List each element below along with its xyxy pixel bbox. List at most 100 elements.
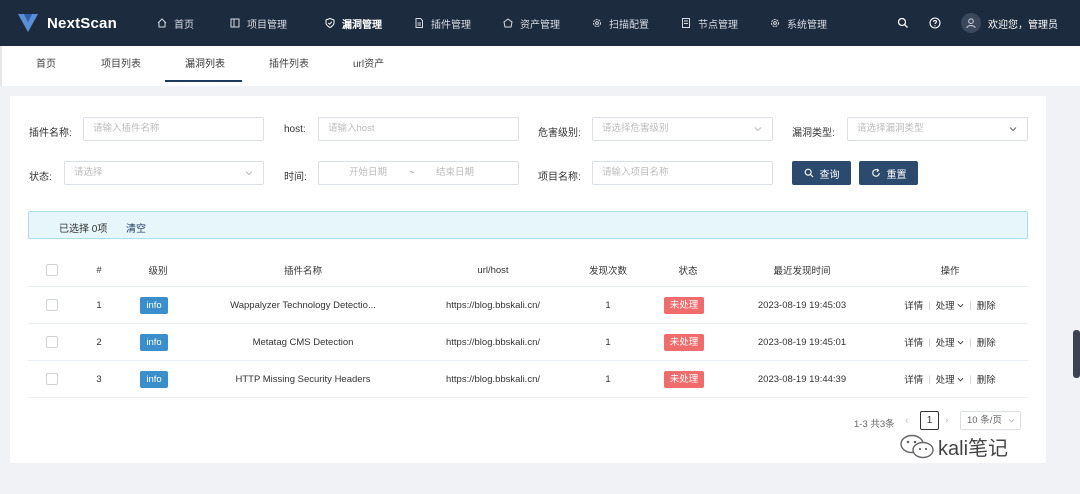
delete-link[interactable]: 删除 [977, 372, 996, 386]
prev-page-icon[interactable]: ‹ [905, 415, 915, 427]
row-index: 3 [96, 373, 102, 385]
project-name-label: 项目名称: [538, 172, 581, 183]
url-cell: https://blog.bbskali.cn/ [446, 336, 540, 348]
time-cell: 2023-08-19 19:44:39 [757, 373, 847, 385]
query-button[interactable]: 查询 [792, 161, 851, 185]
nav-item-home[interactable]: 首页 [145, 0, 206, 46]
logo[interactable]: NextScan [0, 12, 135, 34]
status-label: 状态: [29, 172, 52, 183]
app-name: NextScan [47, 14, 117, 32]
search-icon[interactable] [897, 17, 909, 29]
shield-icon [325, 18, 335, 28]
row-checkbox[interactable] [46, 373, 58, 385]
status-badge: 未处理 [663, 296, 705, 314]
chevron-down-icon [1008, 418, 1015, 423]
active-tab-indicator [165, 80, 242, 82]
nav-item-plugins[interactable]: 插件管理 [402, 0, 483, 46]
nav-item-projects[interactable]: 项目管理 [218, 0, 299, 46]
plugin-file-icon [415, 18, 423, 28]
status-badge: 未处理 [663, 333, 705, 351]
vuln-type-select[interactable]: 请选择漏洞类型 [847, 117, 1028, 141]
tab-home[interactable]: 首页 [36, 46, 56, 86]
handle-dropdown[interactable]: 处理 [936, 298, 965, 312]
handle-dropdown[interactable]: 处理 [936, 335, 965, 349]
delete-link[interactable]: 删除 [977, 335, 996, 349]
nav-item-scan-config[interactable]: 扫描配置 [580, 0, 661, 46]
col-url-host: url/host [477, 264, 509, 276]
level-cell: info [128, 287, 180, 323]
page-size-select[interactable]: 10 条/页 [960, 411, 1021, 430]
row-checkbox-cell [42, 287, 62, 323]
actions-cell: 详情 | 处理 | 删除 [904, 335, 996, 350]
node-icon [682, 18, 690, 28]
reset-button[interactable]: 重置 [859, 161, 918, 185]
url-cell: https://blog.bbskali.cn/ [446, 373, 540, 385]
plugin-name-cell: HTTP Missing Security Headers [235, 373, 371, 385]
date-range-picker[interactable]: 开始日期 ~ 结束日期 [318, 161, 519, 185]
host-input[interactable]: 请输入host [318, 117, 519, 141]
col-status: 状态 [678, 266, 698, 277]
row-checkbox[interactable] [46, 336, 58, 348]
gear-icon [771, 19, 779, 27]
row-index: 2 [96, 336, 102, 348]
tab-bar: 首页 项目列表 漏洞列表 插件列表 url资产 [0, 46, 1080, 86]
refresh-icon [871, 168, 880, 177]
table-row: 1 info Wappalyzer Technology Detectio...… [28, 287, 1028, 324]
nav-item-nodes[interactable]: 节点管理 [669, 0, 750, 46]
table-row: 2 info Metatag CMS Detection https://blo… [28, 324, 1028, 361]
gear-icon [593, 19, 601, 27]
row-checkbox[interactable] [46, 299, 58, 311]
col-plugin-name: 插件名称 [283, 266, 322, 277]
date-range-separator: ~ [409, 167, 415, 178]
tab-plugin-list[interactable]: 插件列表 [269, 46, 309, 86]
scrollbar-handle[interactable] [1073, 330, 1080, 378]
severity-select[interactable]: 请选择危害级别 [592, 117, 773, 141]
host-label: host: [284, 124, 306, 135]
end-date-input[interactable]: 结束日期 [436, 162, 474, 184]
col-count: 发现次数 [588, 266, 627, 277]
nav-item-assets[interactable]: 资产管理 [491, 0, 572, 46]
chevron-down-icon [754, 127, 762, 132]
plugin-name-cell: Metatag CMS Detection [252, 336, 354, 348]
welcome-text[interactable]: 欢迎您，管理员 [988, 16, 1058, 31]
status-cell: 未处理 [658, 361, 710, 397]
next-page-icon[interactable]: › [945, 415, 955, 427]
status-cell: 未处理 [658, 287, 710, 323]
col-actions: 操作 [940, 266, 960, 277]
status-select[interactable]: 请选择 [64, 161, 264, 185]
chevron-down-icon [957, 340, 964, 345]
delete-link[interactable]: 删除 [977, 298, 996, 312]
avatar[interactable] [961, 13, 981, 33]
plugin-name-input[interactable]: 请输入插件名称 [83, 117, 264, 141]
detail-link[interactable]: 详情 [904, 298, 923, 312]
url-cell: https://blog.bbskali.cn/ [446, 299, 540, 311]
select-all-cell [42, 254, 62, 286]
clear-selection-link[interactable]: 清空 [126, 220, 146, 235]
detail-link[interactable]: 详情 [904, 372, 923, 386]
pagination-total: 1-3 共3条 [854, 419, 895, 430]
start-date-input[interactable]: 开始日期 [349, 162, 387, 184]
logo-icon [18, 14, 38, 32]
level-badge: info [140, 370, 168, 388]
wechat-icon [900, 434, 934, 458]
time-cell: 2023-08-19 19:45:01 [757, 336, 847, 348]
level-badge: info [140, 296, 168, 314]
top-nav-bar: NextScan 首页 项目管理 漏洞管理 插件管理 资产管理 扫描配置 节点管… [0, 0, 1080, 46]
nav-item-system[interactable]: 系统管理 [758, 0, 839, 46]
row-checkbox-cell [42, 361, 62, 397]
level-cell: info [128, 324, 180, 360]
main-nav: 首页 项目管理 漏洞管理 插件管理 资产管理 扫描配置 节点管理 系统管理 [145, 0, 839, 46]
project-name-input[interactable]: 请输入项目名称 [592, 161, 773, 185]
chevron-down-icon [1009, 127, 1017, 132]
handle-dropdown[interactable]: 处理 [936, 372, 965, 386]
selected-count: 已选择 0项 [59, 224, 108, 235]
detail-link[interactable]: 详情 [904, 335, 923, 349]
tab-project-list[interactable]: 项目列表 [101, 46, 141, 86]
time-cell: 2023-08-19 19:45:03 [757, 299, 847, 311]
help-icon[interactable] [929, 17, 941, 29]
page-number-current[interactable]: 1 [920, 411, 939, 430]
select-all-checkbox[interactable] [46, 264, 58, 276]
count-cell: 1 [605, 336, 611, 348]
tab-url-assets[interactable]: url资产 [353, 46, 384, 86]
nav-item-vulns[interactable]: 漏洞管理 [313, 0, 394, 46]
